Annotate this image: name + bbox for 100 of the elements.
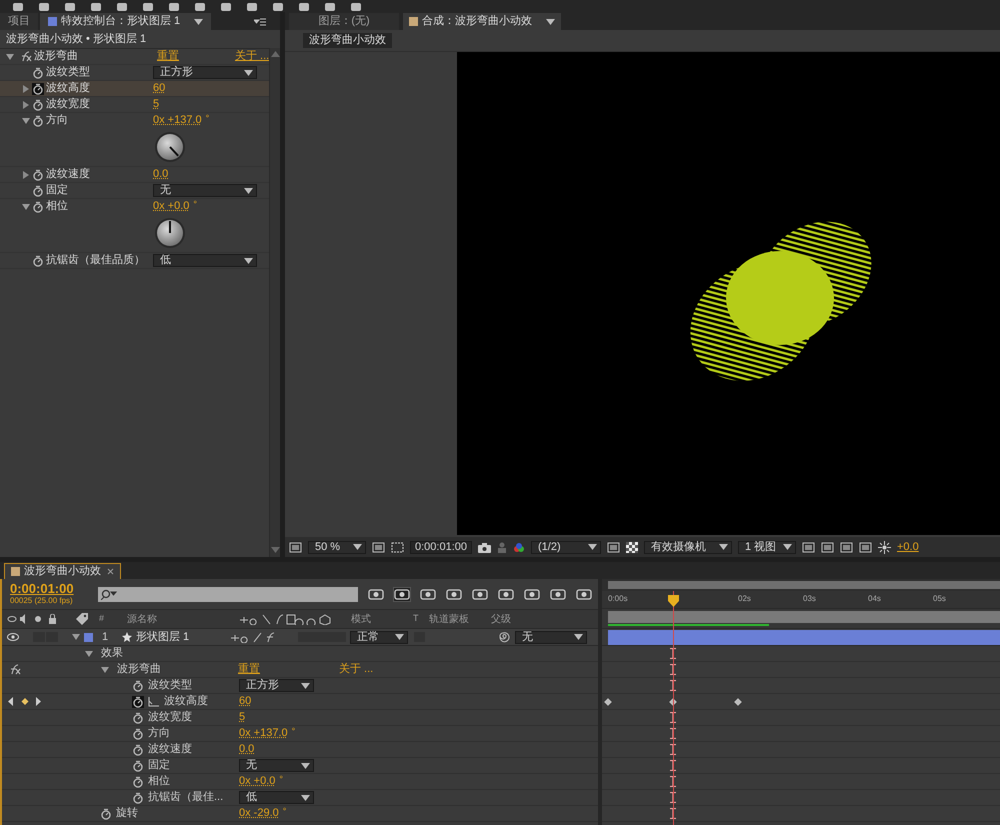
person-icon[interactable] [497, 542, 507, 552]
value-field[interactable]: 0x +137.0 [153, 112, 202, 129]
playhead-line[interactable] [672, 591, 674, 825]
group-label[interactable]: 波形弯曲 [117, 661, 238, 678]
dropdown[interactable]: 低 [153, 254, 257, 267]
column-header[interactable]: T [413, 612, 429, 626]
mode-dropdown[interactable]: 正常 [350, 630, 408, 644]
caret-icon[interactable] [783, 544, 792, 550]
fx-icon[interactable] [19, 51, 32, 62]
caret-icon[interactable] [194, 18, 204, 24]
camera-dropdown[interactable]: 有效摄像机 [644, 540, 732, 554]
time-cursor-icon[interactable] [670, 776, 676, 787]
column-header[interactable]: 父级 [491, 612, 511, 626]
search-field[interactable] [98, 586, 358, 602]
tool-icon[interactable] [12, 3, 24, 12]
keyframe-icon[interactable] [734, 698, 742, 706]
collapse-triangle-icon[interactable] [22, 202, 30, 210]
pick-whip-icon[interactable] [499, 632, 510, 642]
caret-icon[interactable] [244, 188, 253, 194]
tool-icon[interactable] [194, 3, 206, 12]
caret-icon[interactable] [574, 634, 583, 640]
caret-icon[interactable] [301, 762, 310, 768]
collapse-triangle-icon[interactable] [72, 633, 80, 641]
value-field[interactable]: 0.0 [239, 741, 254, 758]
tool-icon[interactable] [220, 3, 232, 12]
dropdown[interactable]: 无 [239, 759, 314, 772]
time-cursor-icon[interactable] [670, 712, 676, 723]
time-cursor-icon[interactable] [670, 744, 676, 755]
collapse-triangle-icon[interactable] [22, 116, 30, 124]
keyframe-icon[interactable] [604, 698, 612, 706]
dropdown[interactable]: 正方形 [153, 66, 257, 79]
value-field[interactable]: 0x +137.0 [239, 725, 288, 742]
region-icon[interactable] [391, 542, 404, 552]
channels-icon[interactable] [513, 542, 525, 552]
layer-name[interactable]: 形状图层 1 [136, 628, 230, 646]
value-field[interactable]: 5 [239, 709, 246, 726]
tool-icon[interactable] [64, 3, 76, 12]
expand-triangle-icon[interactable] [22, 84, 30, 92]
tool-icon[interactable] [142, 3, 154, 12]
tool-icon[interactable] [350, 3, 362, 12]
dropdown[interactable]: 无 [153, 184, 257, 197]
caret-icon[interactable] [719, 544, 728, 550]
collapse-triangle-icon[interactable] [85, 650, 93, 658]
value-field[interactable]: 5 [153, 96, 160, 113]
collapse-triangle-icon[interactable] [101, 666, 109, 674]
playhead-handle-icon[interactable] [668, 595, 679, 607]
search-icon[interactable] [101, 588, 117, 600]
panel-tab[interactable]: 图层：(无) [289, 13, 399, 30]
time-cursor-icon[interactable] [670, 648, 676, 659]
close-icon[interactable] [107, 568, 114, 575]
column-header[interactable]: # [99, 612, 127, 626]
exposure-value[interactable]: +0.0 [897, 538, 919, 556]
column-header[interactable]: 源名称 [127, 612, 239, 626]
caret-icon[interactable] [301, 794, 310, 800]
about-link[interactable]: 关于 ... [339, 661, 374, 678]
caret-icon[interactable] [301, 682, 310, 688]
caret-icon[interactable] [395, 634, 404, 640]
label-tag-icon[interactable] [75, 613, 89, 625]
tool-icon[interactable] [298, 3, 310, 12]
collapse-triangle-icon[interactable] [6, 52, 14, 60]
resolution-dropdown[interactable]: (1/2) [531, 540, 601, 554]
time-cursor-icon[interactable] [670, 808, 676, 819]
label-color-swatch[interactable] [84, 632, 93, 642]
caret-icon[interactable] [244, 258, 253, 264]
keyframe-navigator-icon[interactable] [8, 697, 42, 706]
time-cursor-icon[interactable] [670, 680, 676, 691]
selected-row[interactable]: 波纹高度 60 [0, 81, 270, 97]
views-dropdown[interactable]: 1 视图 [738, 540, 796, 554]
timeline-tab[interactable]: 波形弯曲小动效 [4, 563, 121, 579]
time-cursor-icon[interactable] [670, 728, 676, 739]
transparency-grid-icon[interactable] [626, 542, 638, 552]
reset-link[interactable]: 重置 [238, 661, 339, 678]
tool-icon[interactable] [38, 3, 50, 12]
time-cursor-icon[interactable] [670, 792, 676, 803]
value-field[interactable]: 60 [239, 693, 252, 710]
fx-icon[interactable] [8, 664, 21, 675]
angle-dial[interactable] [154, 217, 186, 249]
tool-icon[interactable] [324, 3, 336, 12]
column-header[interactable]: 轨道蒙板 [429, 612, 491, 626]
exposure-icon[interactable] [878, 540, 891, 554]
dropdown[interactable]: 正方形 [239, 679, 314, 692]
star-icon[interactable] [122, 632, 132, 642]
expand-triangle-icon[interactable] [22, 100, 30, 108]
caret-icon[interactable] [244, 70, 253, 76]
zoom-dropdown[interactable]: 50 % [308, 540, 366, 554]
time-ruler[interactable]: 0:00s 02s 03s 04s 05s [602, 591, 1000, 609]
graph-icon[interactable] [148, 696, 160, 706]
angle-dial[interactable] [154, 131, 186, 163]
timecode-display[interactable]: 0:00:01:00 [10, 582, 88, 596]
dropdown[interactable]: 低 [239, 791, 314, 804]
tool-icon[interactable] [90, 3, 102, 12]
expand-triangle-icon[interactable] [22, 170, 30, 178]
tool-icon[interactable] [168, 3, 180, 12]
panel-menu-icon[interactable] [254, 18, 266, 26]
camera-icon[interactable] [478, 542, 491, 552]
about-link[interactable]: 关于 ... [235, 48, 270, 65]
caret-icon[interactable] [353, 544, 362, 550]
value-field[interactable]: 60 [153, 80, 166, 97]
tool-icon[interactable] [272, 3, 284, 12]
panel-tab[interactable]: 合成：波形弯曲小动效 [403, 13, 561, 30]
